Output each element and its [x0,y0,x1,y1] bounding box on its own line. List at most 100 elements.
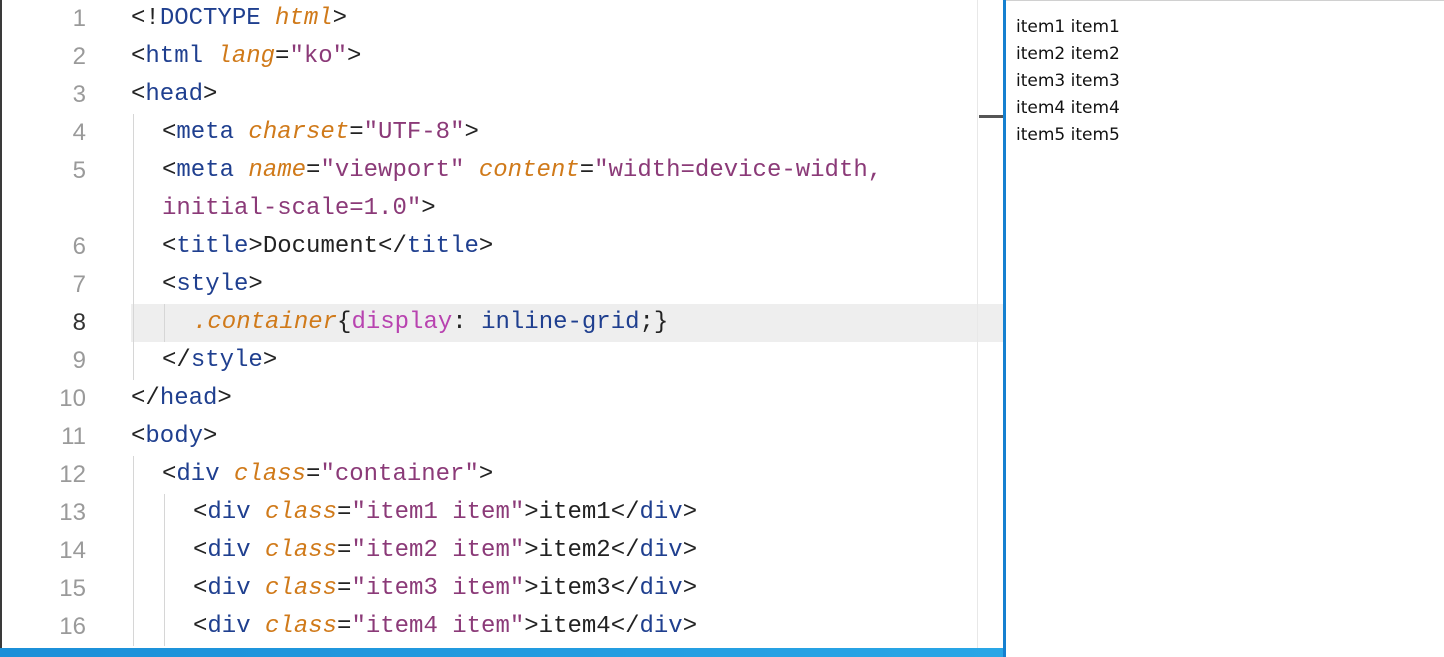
indent-guide [133,532,134,570]
code-line[interactable]: 9 </style> [0,342,1003,380]
indent-guide [164,570,165,608]
code-line[interactable]: 15 <div class="item3 item">item3</div> [0,570,1003,608]
code-token: div [207,499,266,526]
preview-item-row: item3 item3 [1016,68,1120,95]
code-line[interactable]: 3 <head> [0,76,1003,114]
code-text: <div class="item4 item">item4</div> [193,608,697,646]
code-token: div [639,537,683,564]
code-line[interactable]: 12 <div class="container"> [0,456,1003,494]
code-line[interactable]: initial-scale=1.0"> [0,190,1003,228]
indent-guide [164,494,165,532]
code-line[interactable]: 5 <meta name="viewport" content="width=de… [0,152,1003,190]
code-line[interactable]: 4 <meta charset="UTF-8"> [0,114,1003,152]
code-line[interactable]: 16 <div class="item4 item">item4</div> [0,608,1003,646]
preview-item-row: item5 item5 [1016,122,1120,149]
editor-bottom-bar [0,648,1003,657]
line-number: 8 [72,309,86,336]
preview-item: item3 [1016,71,1066,91]
indent-guide [133,304,134,342]
indent-guide [133,190,134,228]
code-token: style [176,271,249,298]
line-number: 7 [72,271,86,298]
preview-item: item3 [1065,71,1120,91]
code-text: <meta charset="UTF-8"> [162,114,479,152]
code-token: item4 [538,613,611,640]
code-token: = [306,461,321,488]
code-token: meta [176,157,249,184]
code-token: > [478,461,494,488]
code-token: div [207,613,266,640]
code-line[interactable]: 13 <div class="item1 item">item1</div> [0,494,1003,532]
code-token: div [639,575,683,602]
code-token: > [524,499,539,526]
line-number: 10 [59,385,86,412]
code-token: < [131,423,146,450]
code-token: "item4 item" [351,613,525,640]
preview-item-row: item1 item1 [1016,14,1120,41]
code-token: "item1 item" [351,499,525,526]
code-token: </ [610,613,640,640]
code-token: div [639,499,683,526]
indent-guide [133,266,134,304]
code-token: > [682,613,698,640]
code-line[interactable]: 8 .container{display: inline-grid;} [0,304,1003,342]
code-token: "item2 item" [351,537,525,564]
preview-item: item2 [1016,44,1066,64]
code-token: = [337,499,352,526]
code-token: class [265,575,338,602]
code-token: body [145,423,204,450]
code-text: <meta name="viewport" content="width=dev… [162,152,882,190]
code-token: </ [610,575,640,602]
code-token: head [159,385,218,412]
code-text: <body> [131,418,217,456]
line-number: 9 [72,347,86,374]
indent-guide [133,228,134,266]
code-line[interactable]: 6 <title>Document</title> [0,228,1003,266]
code-token: "width=device-width, [594,157,883,184]
code-text: </head> [131,380,232,418]
line-number: 11 [61,423,86,450]
preview-item: item4 [1065,98,1120,118]
code-token: : [452,309,482,336]
line-number: 14 [59,537,86,564]
line-number: 13 [59,499,86,526]
code-token: item2 [538,537,611,564]
code-token: charset [248,119,350,146]
code-line[interactable]: 10 </head> [0,380,1003,418]
line-number: 4 [72,119,86,146]
preview-item: item4 [1016,98,1066,118]
code-line[interactable]: 1 <!DOCTYPE html> [0,0,1003,38]
code-token: > [421,195,436,222]
preview-item: item2 [1065,44,1120,64]
code-line[interactable]: 7 <style> [0,266,1003,304]
code-line[interactable]: 14 <div class="item2 item">item2</div> [0,532,1003,570]
line-number: 5 [72,157,86,184]
code-token: title [176,233,249,260]
code-token: meta [176,119,249,146]
code-token: class [234,461,307,488]
preview-container: item1 item1 item2 item2 item3 item3 item4 i… [1016,14,1120,149]
code-token: < [131,81,146,108]
code-token: > [524,575,539,602]
code-token: title [406,233,479,260]
line-number: 15 [59,575,86,602]
code-token: item3 [538,575,611,602]
scrollbar-marker[interactable] [979,115,1003,118]
code-line[interactable]: 11 <body> [0,418,1003,456]
code-token: content [478,157,580,184]
code-token: class [265,613,338,640]
code-editor[interactable]: 1 <!DOCTYPE html> 2 <html lang="ko"> 3 <head>… [0,0,1003,648]
code-token: <! [131,5,160,32]
line-number: 6 [72,233,86,260]
code-token: </ [131,385,160,412]
code-token: < [193,499,208,526]
code-token: = [349,119,364,146]
code-token: class [265,499,338,526]
code-token: > [464,119,479,146]
indent-guide [133,114,134,152]
code-line[interactable]: 2 <html lang="ko"> [0,38,1003,76]
code-token: = [275,43,290,70]
line-number: 12 [59,461,86,488]
code-token: class [265,537,338,564]
code-text: .container{display: inline-grid;} [193,304,668,342]
